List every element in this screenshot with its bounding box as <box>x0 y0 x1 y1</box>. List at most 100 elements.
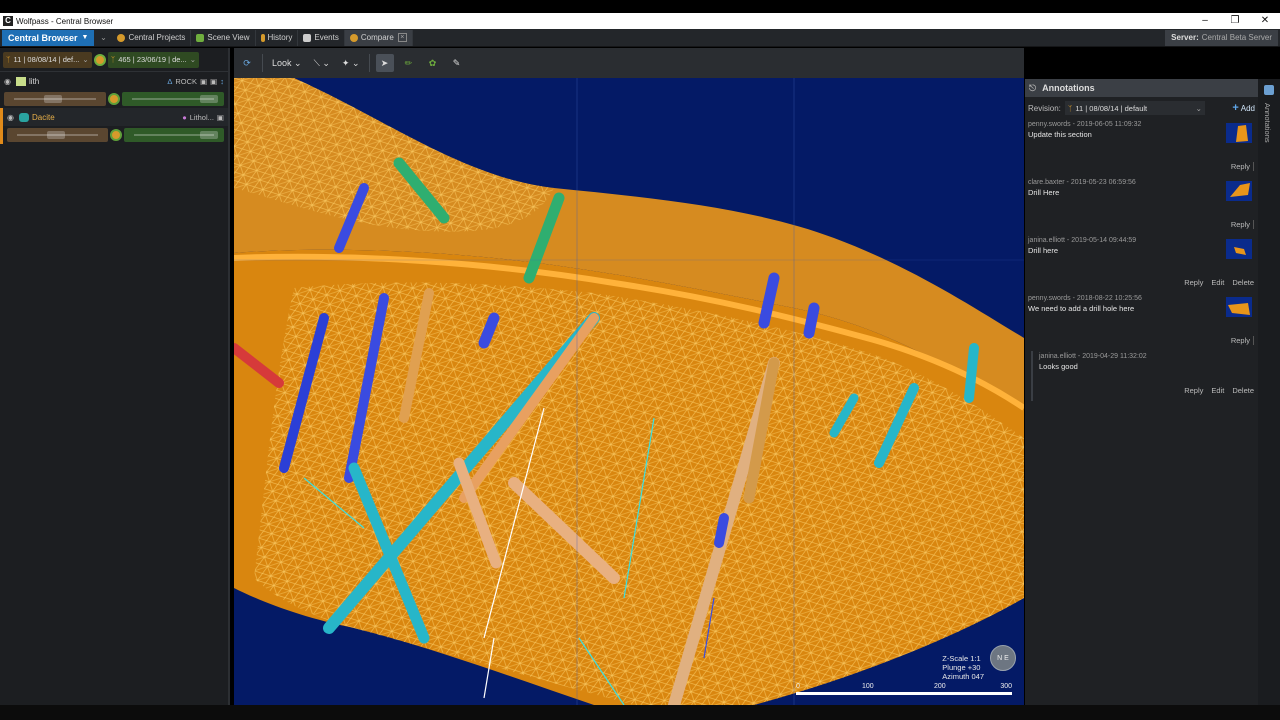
slider-thumb[interactable] <box>44 95 62 103</box>
annotation-text: We need to add a drill hole here <box>1028 304 1135 313</box>
reply-button[interactable]: Reply <box>1231 336 1254 345</box>
reply-button[interactable]: Reply <box>1231 162 1254 171</box>
annotation-thumbnail[interactable] <box>1226 123 1252 143</box>
annotation-meta: clare.baxter - 2019-05-23 06:59:56 <box>1028 179 1136 186</box>
slider-thumb[interactable] <box>200 131 218 139</box>
scale-bar-line <box>796 692 1012 695</box>
reply-button[interactable]: Reply <box>1231 220 1254 229</box>
compare-swap-icon[interactable] <box>93 53 106 66</box>
scale-tick-label: 200 <box>934 683 946 690</box>
left-opacity-slider[interactable] <box>4 92 106 106</box>
tab-compare[interactable]: Compare × <box>344 29 413 46</box>
reply-button[interactable]: Reply <box>1184 278 1203 287</box>
lock-icon[interactable]: ▣ <box>200 77 207 86</box>
right-revision-select[interactable]: ᛉ 465 | 23/06/19 | de... ⌄ <box>107 51 200 68</box>
tab-close-icon[interactable]: × <box>397 33 407 42</box>
look-dropdown[interactable]: Look ⌄ <box>269 54 305 72</box>
measure-tool-icon[interactable]: ✦ ⌄ <box>339 54 363 72</box>
annotation-revision-row: Revision: ᛉ 11 | 08/08/14 | default ⌄ + … <box>1025 97 1258 119</box>
layer-row-dacite[interactable]: ◉ Dacite ● Lithol... ▣ <box>0 108 228 126</box>
annotation-revision-value: 11 | 08/08/14 | default <box>1075 103 1148 113</box>
server-label: Server: <box>1171 33 1199 42</box>
look-label: Look <box>272 58 292 68</box>
reply-button[interactable]: Reply <box>1184 386 1203 395</box>
side-tab-annotations[interactable]: Annotations <box>1263 103 1272 143</box>
annotation-thumbnail[interactable] <box>1226 239 1252 259</box>
annotation-text: Drill here <box>1028 246 1059 255</box>
ruler-icon[interactable]: ✏ <box>400 54 418 72</box>
annotation-thumbnail[interactable] <box>1226 297 1252 317</box>
right-revision-label: 465 | 23/06/19 | de... <box>118 55 187 64</box>
tab-label: Scene View <box>207 33 250 42</box>
scale-bar: 0 100 200 300 <box>796 683 1012 697</box>
server-indicator: Server: Central Beta Server <box>1165 29 1278 46</box>
settings-icon[interactable]: ▣ <box>217 113 224 122</box>
annotation-author: penny.swords <box>1028 121 1071 128</box>
annotate-pin-icon[interactable]: ✿ <box>424 54 442 72</box>
central-browser-button[interactable]: Central Browser ▼ <box>2 29 95 46</box>
restore-icon[interactable]: ❐ <box>1220 13 1250 29</box>
pin-icon[interactable]: ↕ <box>220 77 224 86</box>
slice-tool-icon[interactable]: ⟍ ⌄ <box>311 54 333 72</box>
pen-draw-icon[interactable]: ✎ <box>448 54 466 72</box>
left-revision-select[interactable]: ᛉ 11 | 08/08/14 | def... ⌄ <box>3 51 92 68</box>
tab-events[interactable]: Events <box>298 29 345 46</box>
thumbnail-preview <box>1228 303 1250 315</box>
projects-icon <box>117 33 126 42</box>
eye-icon[interactable]: ◉ <box>7 113 19 122</box>
camera-reset-icon[interactable]: ⟳ <box>238 54 256 72</box>
annotation-item[interactable]: clare.baxter - 2019-05-23 06:59:56 Drill… <box>1025 177 1258 235</box>
annotation-item[interactable]: janina.elliott - 2019-05-14 09:44:59 Dri… <box>1025 235 1258 293</box>
annotation-revision-select[interactable]: ᛉ 11 | 08/08/14 | default ⌄ <box>1064 101 1205 115</box>
annotation-reply-item[interactable]: janina.elliott - 2019-04-29 11:32:02 Loo… <box>1031 351 1258 401</box>
select-pointer-icon[interactable]: ➤ <box>375 54 394 72</box>
settings-icon[interactable]: ▣ <box>210 77 217 86</box>
pin-panel-icon[interactable]: ⎋ <box>1029 83 1036 94</box>
add-annotation-button[interactable]: + Add <box>1232 102 1255 114</box>
compare-toggle-icon[interactable] <box>108 93 120 105</box>
camera-readout: Z-Scale 1:1 Plunge +30 Azimuth 047 <box>942 654 984 681</box>
annotations-tab-icon[interactable] <box>1264 85 1274 95</box>
edit-button[interactable]: Edit <box>1211 386 1224 395</box>
delete-button[interactable]: Delete <box>1232 386 1254 395</box>
annotation-item[interactable]: penny.swords - 2019-06-05 11:09:32 Updat… <box>1025 119 1258 177</box>
eye-icon[interactable]: ◉ <box>4 77 16 86</box>
add-label: Add <box>1240 103 1255 113</box>
scale-tick-label: 300 <box>1000 683 1012 690</box>
chevron-down-icon: ⌄ <box>1195 103 1202 113</box>
tab-label: History <box>267 33 293 42</box>
annotation-item[interactable]: penny.swords - 2018-08-22 10:25:56 We ne… <box>1025 293 1258 351</box>
annotation-time: 2018-08-22 10:25:56 <box>1076 295 1142 302</box>
right-opacity-slider[interactable] <box>123 128 224 142</box>
thumbnail-preview <box>1230 183 1250 197</box>
annotation-thumbnail[interactable] <box>1226 181 1252 201</box>
edit-button[interactable]: Edit <box>1211 278 1224 287</box>
orientation-compass-icon[interactable]: N E <box>990 645 1016 671</box>
annotation-author: janina.elliott <box>1028 237 1065 244</box>
window-title: Wolfpass - Central Browser <box>16 16 114 26</box>
slider-thumb[interactable] <box>200 95 218 103</box>
layer-swatch-icon <box>19 112 29 122</box>
right-opacity-slider[interactable] <box>122 92 224 106</box>
close-icon[interactable]: ✕ <box>1250 13 1280 29</box>
slider-thumb[interactable] <box>47 131 65 139</box>
3d-scene-canvas[interactable]: Z-Scale 1:1 Plunge +30 Azimuth 047 N E 0… <box>234 78 1024 705</box>
minimize-icon[interactable]: – <box>1190 13 1220 29</box>
tab-scene-view[interactable]: Scene View <box>191 29 256 46</box>
delete-button[interactable]: Delete <box>1232 278 1254 287</box>
tab-overflow-chevron-icon[interactable]: ⌄ <box>94 33 112 42</box>
annotations-header: ⎋ Annotations <box>1025 79 1258 97</box>
compare-toggle-icon[interactable] <box>109 129 122 141</box>
layer-opacity-sliders <box>0 126 228 144</box>
app-logo-icon: C <box>3 16 13 26</box>
layer-controls: ● Lithol... ▣ <box>182 113 224 122</box>
tab-label: Events <box>314 33 339 42</box>
tab-label: Compare <box>360 33 394 42</box>
annotation-text: Looks good <box>1039 362 1078 371</box>
left-opacity-slider[interactable] <box>7 128 108 142</box>
viewport-toolbar: ⟳ Look ⌄ ⟍ ⌄ ✦ ⌄ ➤ ✏ ✿ ✎ <box>234 48 1024 78</box>
tab-central-projects[interactable]: Central Projects <box>112 29 192 46</box>
brand-label: Central Browser <box>8 32 78 43</box>
tab-history[interactable]: History <box>256 29 299 46</box>
layer-row-lith[interactable]: ◉ lith Δ ROCK ▣ ▣ ↕ <box>0 72 228 90</box>
